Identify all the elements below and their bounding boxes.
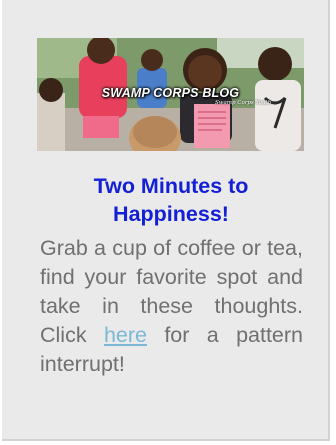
- post-title[interactable]: Two Minutes to Happiness!: [38, 172, 304, 228]
- blog-widget: SWAMP CORPS BLOG Swamp Corps Youth Two M…: [2, 0, 330, 441]
- banner-subtitle: Swamp Corps Youth: [215, 100, 272, 106]
- post-excerpt: Grab a cup of coffee or tea, find your f…: [40, 234, 303, 379]
- banner-title: SWAMP CORPS BLOG: [101, 86, 240, 100]
- blog-banner-image[interactable]: SWAMP CORPS BLOG Swamp Corps Youth: [37, 38, 304, 151]
- here-link[interactable]: here: [104, 323, 147, 347]
